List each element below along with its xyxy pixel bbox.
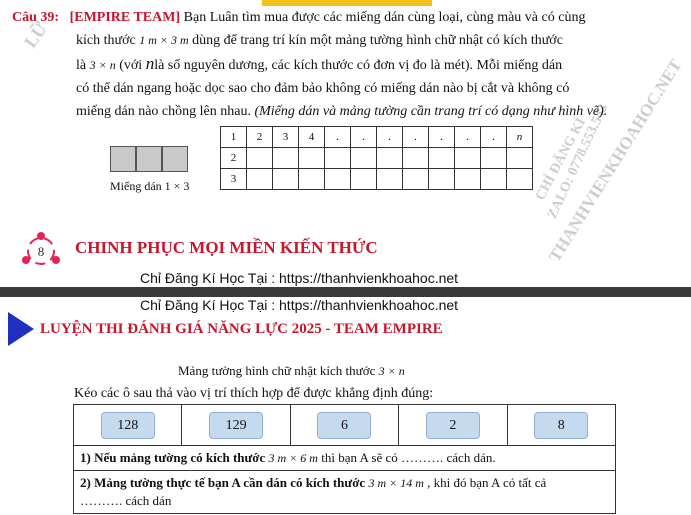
- chip-cell: 129: [181, 404, 291, 446]
- grid-cell: [506, 147, 533, 169]
- question-line2: kích thước 1 m × 3 m dùng để trang trí k…: [76, 33, 563, 48]
- wall-size-line: Mảng tường hình chữ nhật kích thước 3 × …: [178, 363, 405, 378]
- question-text: Câu 39: [EMPIRE TEAM] Bạn Luân tìm mua đ…: [12, 6, 682, 123]
- grid-header-cell: .: [402, 126, 429, 148]
- grid-cell: [324, 147, 351, 169]
- answer-chip[interactable]: 8: [534, 411, 589, 439]
- grid-row-label: 3: [220, 168, 247, 190]
- grid-cell: [480, 168, 507, 190]
- banner-badge-icon: 8: [22, 232, 60, 265]
- grid-header-cell: .: [376, 126, 403, 148]
- page-divider: [0, 287, 691, 297]
- grid-cell: [324, 168, 351, 190]
- grid-row-label: 2: [220, 147, 247, 169]
- grid-cell: [428, 147, 455, 169]
- grid-cell: [454, 168, 481, 190]
- answer-chip[interactable]: 6: [317, 411, 372, 439]
- grid-cell: [350, 147, 377, 169]
- sticker-tile-figure: [110, 146, 188, 172]
- answer-chip[interactable]: 2: [425, 411, 480, 439]
- grid-cell: [480, 147, 507, 169]
- grid-header-cell: .: [428, 126, 455, 148]
- register-link-1[interactable]: Chỉ Đăng Kí Học Tại : https://thanhvienk…: [140, 270, 458, 286]
- wall-grid: 1234.......n 2 3: [220, 126, 533, 190]
- grid-cell: [246, 168, 273, 190]
- statement-1[interactable]: 1) Nếu mảng tường có kích thước 3 m × 6 …: [73, 445, 616, 471]
- answer-chip[interactable]: 129: [209, 411, 264, 439]
- register-link-2[interactable]: Chỉ Đăng Kí Học Tại : https://thanhvienk…: [140, 297, 458, 313]
- banner-title: CHINH PHỤC MỌI MIỀN KIẾN THỨC: [75, 238, 378, 257]
- grid-header-cell: n: [506, 126, 533, 148]
- grid-header-cell: .: [324, 126, 351, 148]
- chip-cell: 2: [398, 404, 508, 446]
- grid-cell: [402, 147, 429, 169]
- chip-cell: 8: [506, 404, 616, 446]
- grid-header-cell: 2: [246, 126, 273, 148]
- chip-cell: 6: [289, 404, 400, 446]
- sticker-caption: Miếng dán 1 × 3: [110, 179, 190, 193]
- grid-header-cell: 3: [272, 126, 299, 148]
- grid-cell: [454, 147, 481, 169]
- section-title: LUYỆN THI ĐÁNH GIÁ NĂNG LỰC 2025 - TEAM …: [40, 321, 443, 337]
- grid-cell: [298, 147, 325, 169]
- grid-cell: [376, 147, 403, 169]
- instruction: Kéo các ô sau thả vào vị trí thích hợp đ…: [74, 386, 434, 401]
- grid-header-cell: .: [454, 126, 481, 148]
- drag-drop-table: 128 129 6 2 8 1) Nếu mảng tường có kích thướ…: [72, 404, 616, 514]
- grid-cell: [246, 147, 273, 169]
- grid-cell: [402, 168, 429, 190]
- grid-header-cell: .: [350, 126, 377, 148]
- question-line1: Bạn Luân tìm mua được các miếng dán cùng…: [183, 10, 586, 25]
- chip-cell: 128: [72, 404, 183, 446]
- grid-header-cell: 1: [220, 126, 247, 148]
- grid-header-cell: 4: [298, 126, 325, 148]
- question-line4: có thể dán ngang hoặc dọc sao cho đảm bả…: [76, 81, 570, 96]
- grid-header-cell: .: [480, 126, 507, 148]
- question-number: Câu 39:: [12, 10, 60, 25]
- grid-cell: [428, 168, 455, 190]
- triangle-marker-icon: [8, 312, 34, 346]
- grid-cell: [350, 168, 377, 190]
- question-line3: là 3 × n (với nlà số nguyên dương, các k…: [76, 54, 563, 73]
- grid-cell: [506, 168, 533, 190]
- svg-text:8: 8: [38, 244, 45, 259]
- grid-cell: [272, 168, 299, 190]
- grid-cell: [376, 168, 403, 190]
- answer-chip[interactable]: 128: [100, 411, 155, 439]
- statement-2[interactable]: 2) Mảng tường thực tế bạn A cần dán có k…: [73, 470, 616, 514]
- team-label: [EMPIRE TEAM]: [69, 10, 181, 25]
- grid-cell: [272, 147, 299, 169]
- grid-cell: [298, 168, 325, 190]
- question-line5: miếng dán nào chồng lên nhau. (Miếng dán…: [76, 104, 608, 119]
